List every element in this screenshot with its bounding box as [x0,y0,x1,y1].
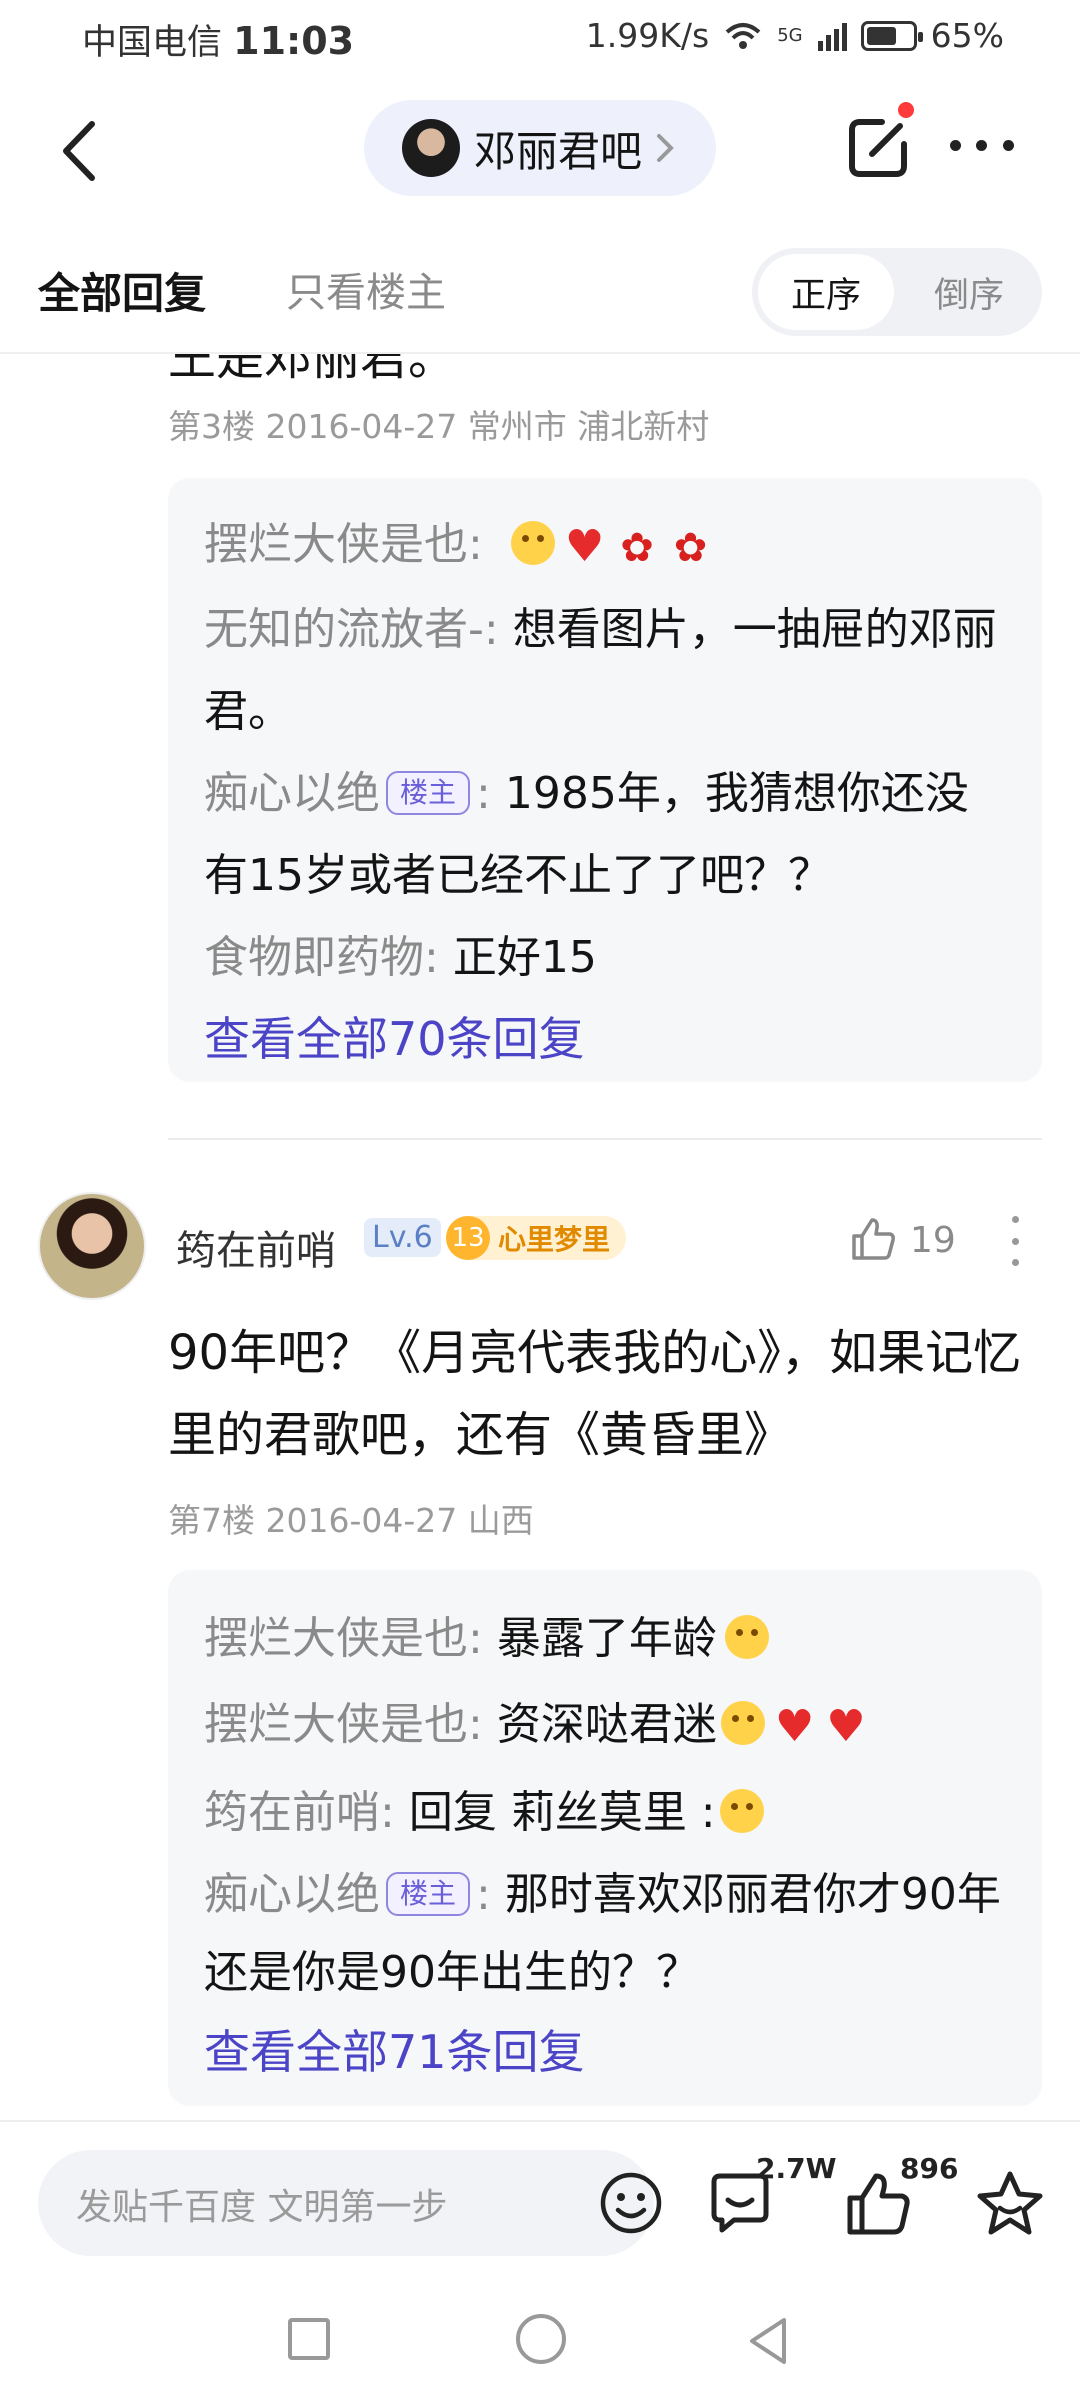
fan-badge: 13 心里梦里 [446,1216,627,1260]
heart-icon: ♥ [564,521,605,572]
sub-reply[interactable]: 筠在前哨: 回复 莉丝莫里 : [204,1770,1006,1856]
sub-reply-text: 资深哒君迷 [496,1699,717,1750]
reply-tabs: 全部回复 只看楼主 正序 倒序 [0,248,1080,348]
compose-icon[interactable] [838,108,918,188]
system-back-icon[interactable] [744,2314,794,2368]
sub-replies-box: 摆烂大侠是也: 暴露了年龄 摆烂大侠是也: 资深哒君迷 ♥ ♥ 筠在前哨: 回复 莉… [168,1570,1042,2106]
sub-reply-author[interactable]: 痴心以绝 [204,1869,380,1920]
battery-percent: 65% [930,16,1004,55]
forum-avatar [402,119,460,177]
avatar[interactable] [38,1192,146,1300]
sub-reply[interactable]: 摆烂大侠是也: 资深哒君迷 ♥ ♥ [204,1682,1006,1770]
username[interactable]: 筠在前哨 [176,1218,336,1276]
like-count: 19 [910,1220,956,1261]
tab-op-only[interactable]: 只看楼主 [286,260,446,318]
clock: 11:03 [233,19,355,63]
wifi-icon [725,22,761,49]
sub-reply-author[interactable]: 筠在前哨 [204,1787,380,1838]
signal-bars-icon [817,22,847,51]
sub-reply-author[interactable]: 摆烂大侠是也 [204,519,468,570]
sub-reply-author[interactable]: 无知的流放者- [204,604,484,655]
home-icon[interactable] [516,2314,566,2364]
top-nav: 邓丽君吧 [0,92,1080,202]
sub-reply-text: 回复 莉丝莫里 : [408,1787,716,1838]
order-toggle: 正序 倒序 [752,248,1042,336]
emoji-icon [720,1701,765,1745]
reply-placeholder: 发贴千百度 文明第一步 [76,2187,448,2228]
emoji-icon [724,1615,769,1659]
order-asc-button[interactable]: 正序 [758,254,894,330]
post-body: 90年吧？《月亮代表我的心》，如果记忆里的君歌吧，还有《黄昏里》 [168,1325,1022,1463]
thumbs-up-icon[interactable] [848,1214,898,1264]
emoji-picker-icon[interactable] [598,2170,664,2236]
sub-reply-author[interactable]: 食物即药物 [204,932,424,983]
view-all-replies-link[interactable]: 查看全部70条回复 [204,999,1006,1079]
reply-input[interactable]: 发贴千百度 文明第一步 [38,2150,662,2256]
view-all-replies-link[interactable]: 查看全部71条回复 [204,2012,1006,2092]
status-bar: 中国电信 11:03 1.99K/s 5G 65% [0,0,1080,78]
sub-reply[interactable]: 痴心以绝 楼主: 那时喜欢邓丽君你才90年还是你是90年出生的？？ [204,1856,1006,2012]
battery-icon [860,20,923,51]
post-body-partial: 王是邓丽君。 [168,354,457,386]
signal-5g: 5G [777,25,803,46]
sub-reply[interactable]: 痴心以绝 楼主: 1985年，我猜想你还没有15岁或者已经不止了了吧？？ [204,753,1006,917]
carrier: 中国电信 [82,23,223,63]
sub-reply-author[interactable]: 摆烂大侠是也 [204,1699,468,1750]
system-nav-bar [0,2280,1080,2400]
sub-reply-author[interactable]: 摆烂大侠是也 [204,1613,468,1664]
post-more-icon[interactable] [1010,1216,1020,1266]
like-total: 896 [900,2152,959,2185]
comment-count: 2.7W [756,2152,837,2185]
op-badge: 楼主 [386,1872,471,1916]
recent-apps-icon[interactable] [288,2318,330,2360]
tab-all-replies[interactable]: 全部回复 [38,260,206,321]
heart-icon: ♥ [774,1701,815,1752]
post-meta: 第7楼 2016-04-27 山西 [168,1501,534,1540]
emoji-icon [719,1789,764,1833]
sub-reply[interactable]: 无知的流放者-: 想看图片，一抽屉的邓丽君。 [204,589,1006,753]
thread-content: 王是邓丽君。 第3楼 2016-04-27 常州市 浦北新村 摆烂大侠是也: ♥… [0,354,1080,2124]
order-desc-button[interactable]: 倒序 [902,254,1036,330]
sub-reply[interactable]: 摆烂大侠是也: 暴露了年龄 [204,1596,1006,1682]
sub-reply-text: 暴露了年龄 [496,1613,717,1664]
forum-name: 邓丽君吧 [474,126,643,176]
sub-reply-author[interactable]: 痴心以绝 [204,768,380,819]
notification-dot [898,102,914,118]
net-speed: 1.99K/s [585,16,710,55]
level-badge: Lv.6 [364,1218,441,1257]
sub-reply-text: 正好15 [452,932,597,983]
rose-icon: ✿ [673,525,708,571]
emoji-icon [510,521,555,565]
fan-level: 13 [446,1216,490,1260]
heart-icon: ♥ [826,1701,866,1752]
sub-replies-box: 摆烂大侠是也: ♥ ✿ ✿ 无知的流放者-: 想看图片，一抽屉的邓丽君。 痴心以绝楼… [168,478,1042,1082]
more-menu-icon[interactable] [942,120,1022,170]
status-right: 1.99K/s 5G 65% [586,16,1004,55]
bottom-action-bar: 发贴千百度 文明第一步 2.7W 896 [0,2122,1080,2280]
op-badge: 楼主 [386,771,471,815]
status-left: 中国电信 11:03 [82,14,354,65]
star-favorite-icon[interactable] [974,2168,1046,2240]
sub-reply[interactable]: 食物即药物: 正好15 [204,917,1006,999]
post-meta: 第3楼 2016-04-27 常州市 浦北新村 [168,407,710,446]
rose-icon: ✿ [620,525,654,571]
divider [168,1138,1042,1140]
sub-reply[interactable]: 摆烂大侠是也: ♥ ✿ ✿ [204,504,1006,589]
back-arrow-icon[interactable] [52,116,112,186]
fan-badge-name: 心里梦里 [498,1223,611,1256]
chevron-right-icon [657,134,674,162]
forum-button[interactable]: 邓丽君吧 [364,100,716,196]
